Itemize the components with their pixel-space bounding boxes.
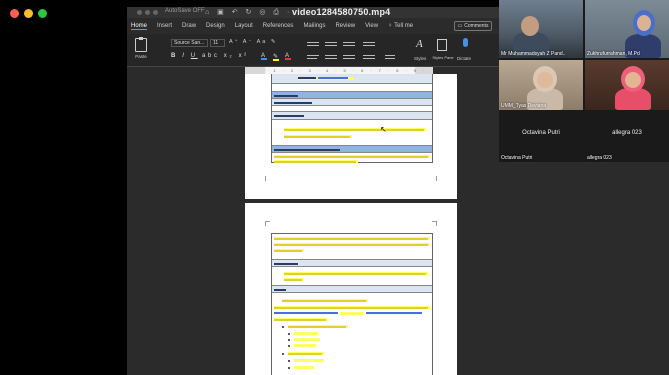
participant-tile[interactable]: Octavina Putri Octavina Putri <box>499 112 583 162</box>
tab-review[interactable]: Review <box>335 23 355 29</box>
font-name-select[interactable]: Source San... <box>171 39 208 47</box>
font-size-controls[interactable]: A⁺ A⁻ Aa ✎ <box>229 39 277 45</box>
table-row[interactable] <box>272 259 432 266</box>
document-page[interactable] <box>245 203 457 375</box>
comments-button[interactable]: ▭ Comments <box>454 21 492 31</box>
text-cursor-icon: ↖ <box>380 125 387 134</box>
table-row[interactable] <box>272 285 432 292</box>
horizontal-ruler[interactable]: ·1·2·3·4·5·6·7·8·9· <box>245 67 433 74</box>
paste-button[interactable]: Paste <box>133 37 149 59</box>
styles-pane-icon[interactable] <box>437 39 447 51</box>
tab-home[interactable]: Home <box>131 23 148 30</box>
font-color-button[interactable]: A <box>285 53 291 60</box>
table-row[interactable] <box>272 266 432 285</box>
document-table[interactable] <box>271 233 433 375</box>
italic-button[interactable]: I <box>182 53 186 59</box>
maximize-window-button[interactable] <box>38 9 47 18</box>
table-row[interactable] <box>272 83 432 91</box>
tab-references[interactable]: References <box>263 23 294 29</box>
participant-tile[interactable] <box>585 60 669 110</box>
minimize-window-button[interactable] <box>24 9 33 18</box>
tab-draw[interactable]: Draw <box>182 23 196 29</box>
word-maximize-button[interactable] <box>153 10 158 15</box>
comment-icon: ▭ <box>457 23 463 29</box>
paragraph-controls[interactable] <box>305 39 405 61</box>
tab-design[interactable]: Design <box>206 23 225 29</box>
document-table[interactable] <box>271 74 433 163</box>
table-row[interactable] <box>272 145 432 152</box>
clipboard-icon <box>135 37 147 52</box>
table-row[interactable] <box>272 152 432 163</box>
font-size-select[interactable]: 11 <box>210 39 225 47</box>
table-row[interactable] <box>272 111 432 119</box>
styles-icon[interactable]: A <box>416 38 423 50</box>
quick-access-icons[interactable]: ⌂ ▣ ↶ ↻ ◎ ⎙ ··· <box>205 8 303 17</box>
bold-button[interactable]: B <box>171 53 178 59</box>
table-row[interactable] <box>272 292 432 375</box>
close-window-button[interactable] <box>10 9 19 18</box>
superscript-button[interactable]: x² <box>239 53 249 59</box>
underline-button[interactable]: U <box>191 53 198 59</box>
tab-view[interactable]: View <box>365 23 378 29</box>
window-title: video1284580750.mp4 <box>292 7 391 17</box>
word-close-button[interactable] <box>137 10 142 15</box>
table-row[interactable] <box>272 98 432 105</box>
tab-insert[interactable]: Insert <box>157 23 172 29</box>
tab-layout[interactable]: Layout <box>235 23 253 29</box>
table-row[interactable] <box>272 74 432 83</box>
table-row[interactable] <box>272 119 432 145</box>
word-minimize-button[interactable] <box>145 10 150 15</box>
text-effects-button[interactable]: A <box>261 53 267 60</box>
microphone-icon[interactable] <box>463 38 468 47</box>
subscript-button[interactable]: x₂ <box>224 53 235 59</box>
autosave-toggle[interactable]: AutoSave OFF <box>165 8 205 14</box>
participant-tile[interactable]: allegra 023 allegra 023 <box>585 112 669 162</box>
table-row[interactable] <box>272 91 432 98</box>
participant-tile[interactable]: UMM_Tyas Deviana <box>499 60 583 110</box>
participant-tile[interactable]: Mr Muhammadsyah Z Pand.. <box>499 0 583 58</box>
video-call-panel: Mr Muhammadsyah Z Pand.. Zukhrufurrahman… <box>499 0 669 162</box>
format-buttons: B I U abc x₂ x² <box>171 53 249 59</box>
participant-tile[interactable]: Zukhrufurrahman, M.Pd <box>585 0 669 58</box>
strikethrough-button[interactable]: abc <box>202 53 219 59</box>
table-row[interactable] <box>272 234 432 259</box>
tab-mailings[interactable]: Mailings <box>303 23 325 29</box>
word-window-controls <box>137 10 158 15</box>
window-controls <box>10 9 47 18</box>
tell-me-search[interactable]: ♀ Tell me <box>388 23 413 29</box>
highlight-color-button[interactable]: ✎ <box>273 53 279 61</box>
document-page[interactable] <box>245 74 457 199</box>
